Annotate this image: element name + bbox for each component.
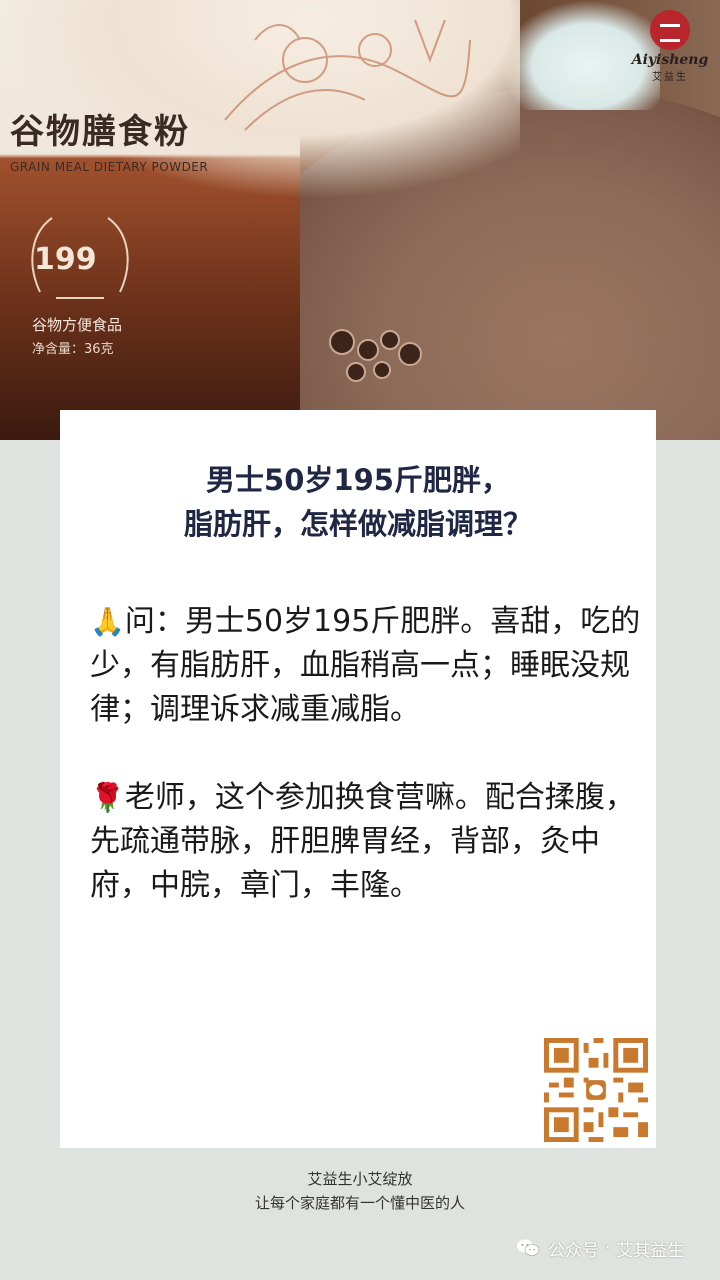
bag-subtitle: GRAIN MEAL DIETARY POWDER [10, 160, 209, 174]
content-card: 男士50岁195斤肥胖， 脂肪肝，怎样做减脂调理？ 🙏问：男士50岁195斤肥胖… [60, 410, 656, 1148]
watermark-separator: · [605, 1238, 611, 1258]
brand-logo: Aiyisheng 艾益生 [622, 10, 718, 110]
grain-sketch-illustration [224, 19, 471, 131]
brand-name-cn: 艾益生 [652, 72, 688, 83]
article-body: 🙏问：男士50岁195斤肥胖。喜甜，吃的少，有脂肪肝，血脂稍高一点；睡眠没规律；… [90, 600, 650, 952]
watermark-label: 公众号 [548, 1240, 599, 1261]
brand-mark-icon [650, 10, 690, 50]
badge-number: 199 [34, 242, 97, 277]
footer-slogan-2: 让每个家庭都有一个懂中医的人 [254, 1194, 465, 1212]
qr-code[interactable] [544, 1038, 648, 1142]
answer-paragraph: 🌹老师，这个参加换食营嘛。配合揉腹，先疏通带脉，肝胆脾胃经，背部，灸中府，中脘，… [90, 776, 650, 908]
bag-category: 谷物方便食品 [32, 316, 123, 334]
account-watermark: 公众号 · 艾其益生 [516, 1236, 685, 1261]
bag-net-weight: 净含量：36克 [32, 342, 114, 357]
wechat-icon [517, 1239, 540, 1256]
watermark-account: 艾其益生 [616, 1240, 685, 1261]
article-title: 男士50岁195斤肥胖， 脂肪肝，怎样做减脂调理？ [60, 458, 656, 546]
answer-text: 老师，这个参加换食营嘛。配合揉腹，先疏通带脉，肝胆脾胃经，背部，灸中府，中脘，章… [90, 780, 635, 903]
title-line-1: 男士50岁195斤肥胖， [206, 463, 510, 497]
question-paragraph: 🙏问：男士50岁195斤肥胖。喜甜，吃的少，有脂肪肝，血脂稍高一点；睡眠没规律；… [90, 600, 650, 732]
foam-bubbles [329, 329, 422, 382]
title-line-2: 脂肪肝，怎样做减脂调理？ [183, 507, 532, 541]
bag-title: 谷物膳食粉 [10, 112, 190, 152]
brand-name-en: Aiyisheng [631, 52, 709, 68]
praying-hands-icon: 🙏 [90, 605, 125, 638]
header-photo: 谷物膳食粉 GRAIN MEAL DIETARY POWDER 199 谷物方便… [0, 0, 720, 440]
question-text: 问：男士50岁195斤肥胖。喜甜，吃的少，有脂肪肝，血脂稍高一点；睡眠没规律；调… [90, 604, 641, 727]
footer-slogan-1: 艾益生小艾绽放 [307, 1170, 413, 1188]
rose-icon: 🌹 [90, 781, 125, 814]
